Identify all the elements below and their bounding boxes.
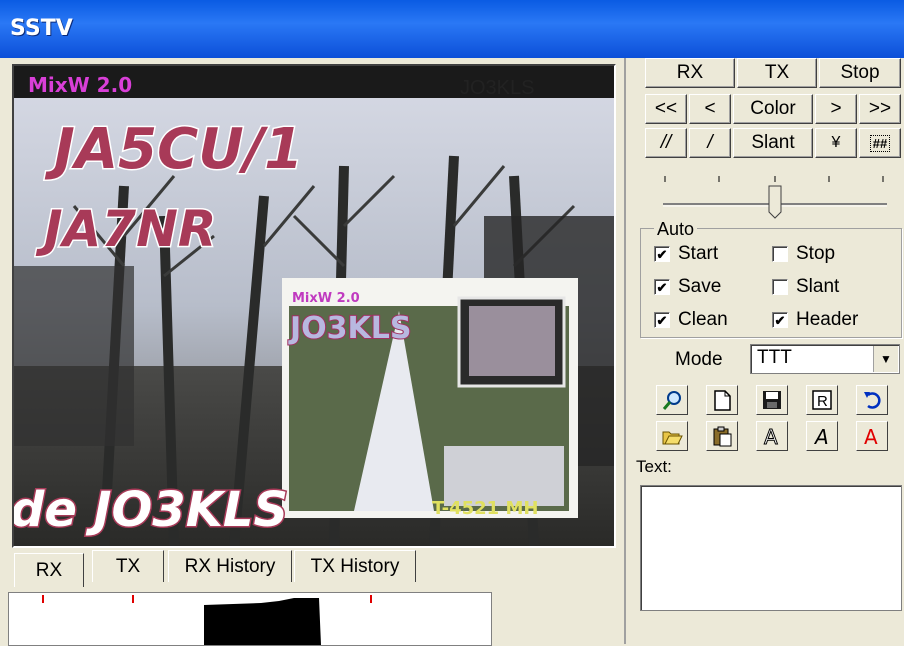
tab-tx[interactable]: TX: [92, 550, 164, 582]
tx-button[interactable]: TX: [737, 58, 817, 88]
slider-thumb[interactable]: [768, 185, 782, 219]
text-label: Text:: [636, 457, 672, 476]
tab-rx-history[interactable]: RX History: [168, 550, 292, 582]
text-outline-button[interactable]: A: [756, 421, 788, 451]
check-icon: ✔: [654, 246, 670, 262]
check-icon: ✔: [772, 312, 788, 328]
auto-legend: Auto: [654, 219, 698, 240]
svg-text:A: A: [813, 425, 829, 447]
text-red-a-icon: A: [864, 425, 878, 447]
open-folder-icon: [662, 431, 683, 445]
r-box-icon: R: [812, 390, 832, 410]
color-button[interactable]: Color: [733, 94, 813, 124]
slant-slider[interactable]: [655, 172, 895, 222]
auto-header-checkbox[interactable]: ✔ Header: [772, 309, 858, 331]
inset-bottom-text: T-4521 MH: [432, 498, 538, 519]
new-page-icon: [714, 390, 731, 411]
paste-icon: [713, 426, 732, 447]
svg-text:A: A: [864, 425, 878, 447]
double-slash-button[interactable]: //: [645, 128, 687, 158]
tab-tx-history[interactable]: TX History: [294, 550, 416, 582]
svg-text:R: R: [817, 393, 828, 410]
sstv-image: MixW 2.0 JO3KLS JA5CU/1 JA7NR MixW 2.0 J…: [14, 66, 614, 546]
inset-callsign: JO3KLS: [288, 311, 412, 346]
window-title: SSTV: [10, 16, 73, 41]
text-italic-a-icon: A: [813, 425, 829, 447]
tab-rx[interactable]: RX: [14, 553, 84, 587]
next-next-button[interactable]: >>: [859, 94, 901, 124]
mode-label: Mode: [675, 349, 723, 370]
auto-save-checkbox[interactable]: ✔ Save: [654, 276, 721, 298]
corner-callsign: JO3KLS: [460, 77, 534, 99]
undo-button[interactable]: [856, 385, 888, 415]
slant-button[interactable]: Slant: [733, 128, 813, 158]
watermark-text: MixW 2.0: [28, 73, 132, 97]
prev-prev-button[interactable]: <<: [645, 94, 687, 124]
callsign-1: JA5CU/1: [44, 117, 303, 182]
check-icon: ✔: [654, 312, 670, 328]
undo-icon: [864, 392, 881, 409]
checkbox-box: [772, 246, 788, 262]
auto-clean-checkbox[interactable]: ✔ Clean: [654, 309, 728, 331]
auto-stop-checkbox[interactable]: Stop: [772, 243, 835, 265]
text-italic-button[interactable]: A: [806, 421, 838, 451]
rx-button[interactable]: RX: [645, 58, 735, 88]
slash-button[interactable]: /: [689, 128, 731, 158]
title-bar: SSTV: [0, 0, 904, 58]
stop-button[interactable]: Stop: [819, 58, 901, 88]
next-button[interactable]: >: [815, 94, 857, 124]
chevron-down-icon[interactable]: ▼: [873, 346, 898, 372]
zoom-button[interactable]: [656, 385, 688, 415]
grid-icon: ##: [869, 134, 891, 152]
paste-button[interactable]: [706, 421, 738, 451]
mode-select[interactable]: TTT ▼: [750, 344, 900, 374]
text-area[interactable]: [640, 485, 902, 611]
save-button[interactable]: [756, 385, 788, 415]
grid-button[interactable]: ##: [859, 128, 901, 158]
auto-start-checkbox[interactable]: ✔ Start: [654, 243, 718, 265]
text-color-button[interactable]: A: [856, 421, 888, 451]
yen-button[interactable]: ¥: [815, 128, 857, 158]
prev-button[interactable]: <: [689, 94, 731, 124]
checkbox-box: [772, 279, 788, 295]
spectrum-signal: [204, 598, 321, 645]
spectrum-display[interactable]: [8, 592, 492, 646]
zoom-icon: [662, 391, 681, 410]
svg-text:A: A: [764, 425, 778, 447]
new-button[interactable]: [706, 385, 738, 415]
sstv-image-panel[interactable]: MixW 2.0 JO3KLS JA5CU/1 JA7NR MixW 2.0 J…: [12, 64, 616, 548]
panel-separator: [624, 58, 626, 644]
open-button[interactable]: [656, 421, 688, 451]
bottom-callsign: de JO3KLS: [14, 482, 288, 538]
check-icon: ✔: [654, 279, 670, 295]
r-button[interactable]: R: [806, 385, 838, 415]
callsign-2: JA7NR: [35, 200, 216, 258]
auto-slant-checkbox[interactable]: Slant: [772, 276, 839, 298]
save-disk-icon: [763, 391, 781, 409]
text-outline-a-icon: A: [764, 425, 779, 447]
inset-watermark: MixW 2.0: [292, 291, 360, 306]
